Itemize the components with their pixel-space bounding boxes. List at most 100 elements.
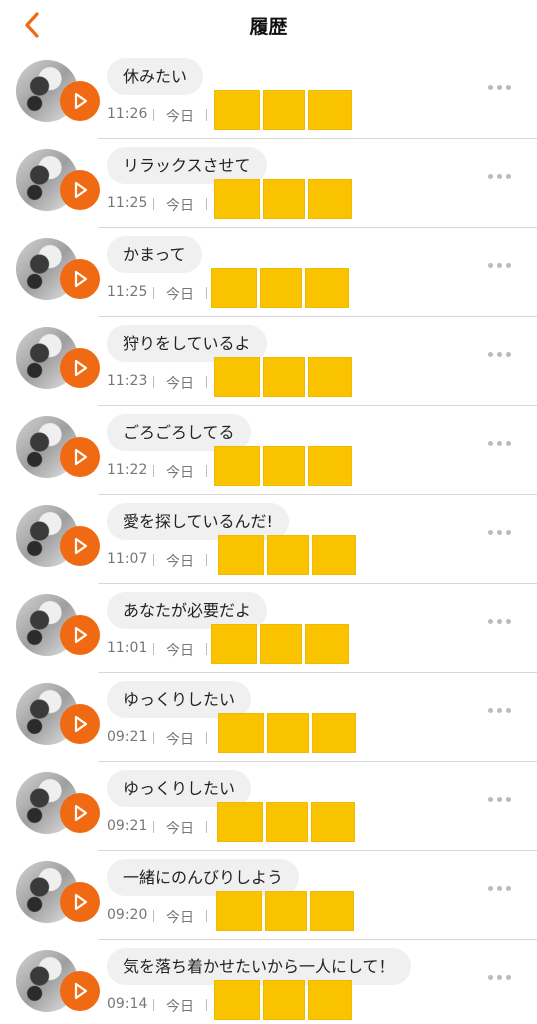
item-time: 11:07 [107,551,148,567]
more-dots-icon [488,352,493,357]
more-button[interactable] [488,707,512,715]
more-dots-icon [506,619,511,624]
redaction-box [263,446,305,486]
redaction-box [308,90,352,130]
item-day: 今日 [166,999,194,1015]
more-button[interactable] [488,885,512,893]
play-icon [74,92,88,110]
play-button[interactable] [60,170,100,210]
redaction-box [263,179,305,219]
more-dots-icon [488,797,493,802]
more-dots-icon [488,85,493,90]
play-icon [74,181,88,199]
redaction-box [214,357,260,397]
more-button[interactable] [488,529,512,537]
history-item[interactable]: 休みたい 11:26 今日 [0,50,537,139]
redaction-box [312,535,356,575]
history-item[interactable]: 一緒にのんびりしよう 09:20 今日 [0,851,537,940]
play-button[interactable] [60,615,100,655]
more-dots-icon [488,619,493,624]
redaction-box [310,891,354,931]
redaction-box [308,179,352,219]
item-time: 11:25 [107,284,148,300]
more-button[interactable] [488,440,512,448]
meta-separator [206,643,207,655]
more-dots-icon [506,441,511,446]
more-dots-icon [497,797,502,802]
play-button[interactable] [60,526,100,566]
play-button[interactable] [60,882,100,922]
item-day: 今日 [166,465,194,481]
redaction-box [312,713,356,753]
more-dots-icon [497,975,502,980]
item-day: 今日 [166,643,194,659]
more-dots-icon [497,530,502,535]
history-item[interactable]: かまって 11:25 今日 [0,228,537,317]
play-button[interactable] [60,259,100,299]
item-time: 09:20 [107,907,148,923]
play-button[interactable] [60,437,100,477]
more-dots-icon [506,797,511,802]
item-time: 11:26 [107,106,148,122]
more-dots-icon [506,263,511,268]
play-button[interactable] [60,793,100,833]
history-item[interactable]: リラックスさせて 11:25 今日 [0,139,537,228]
history-item[interactable]: 気を落ち着かせたいから一人にして！ 09:14 今日 [0,940,537,1024]
page-title: 履歴 [249,16,288,38]
redaction-box [216,891,262,931]
history-item[interactable]: あなたが必要だよ 11:01 今日 [0,584,537,673]
more-button[interactable] [488,351,512,359]
history-item[interactable]: ごろごろしてる 11:22 今日 [0,406,537,495]
history-item[interactable]: ゆっくりしたい 09:21 今日 [0,762,537,851]
more-dots-icon [506,530,511,535]
more-button[interactable] [488,618,512,626]
meta-separator [153,910,154,922]
redaction-box [308,446,352,486]
item-time: 09:14 [107,996,148,1012]
redaction-box [308,980,352,1020]
history-item[interactable]: 愛を探しているんだ! 11:07 今日 [0,495,537,584]
message-bubble: 休みたい [107,58,204,95]
meta-separator [206,109,207,121]
more-dots-icon [506,85,511,90]
history-item[interactable]: ゆっくりしたい 09:21 今日 [0,673,537,762]
redaction-box [214,90,260,130]
redaction-box [263,980,305,1020]
redacted-block [214,179,355,219]
meta-separator [153,287,154,299]
play-button[interactable] [60,704,100,744]
redacted-block [214,90,355,130]
more-dots-icon [506,708,511,713]
play-button[interactable] [60,81,100,121]
more-button[interactable] [488,974,512,982]
history-item[interactable]: 狩りをしているよ 11:23 今日 [0,317,537,406]
play-button[interactable] [60,971,100,1011]
meta-separator [153,376,154,388]
more-button[interactable] [488,173,512,181]
redaction-box [267,535,309,575]
play-button[interactable] [60,348,100,388]
more-dots-icon [506,886,511,891]
redaction-box [266,802,308,842]
more-button[interactable] [488,796,512,804]
meta-separator [153,109,154,121]
play-icon [74,715,88,733]
play-icon [74,359,88,377]
redacted-block [218,713,359,753]
meta-separator [206,465,207,477]
item-day: 今日 [166,287,194,303]
redaction-box [218,713,264,753]
redaction-box [214,179,260,219]
more-button[interactable] [488,262,512,270]
more-dots-icon [488,975,493,980]
more-dots-icon [488,886,493,891]
play-icon [74,448,88,466]
item-time: 11:01 [107,640,148,656]
more-dots-icon [488,174,493,179]
redaction-box [267,713,309,753]
more-button[interactable] [488,84,512,92]
redaction-box [265,891,307,931]
redacted-block [214,357,355,397]
meta-separator [206,287,207,299]
redaction-box [308,357,352,397]
